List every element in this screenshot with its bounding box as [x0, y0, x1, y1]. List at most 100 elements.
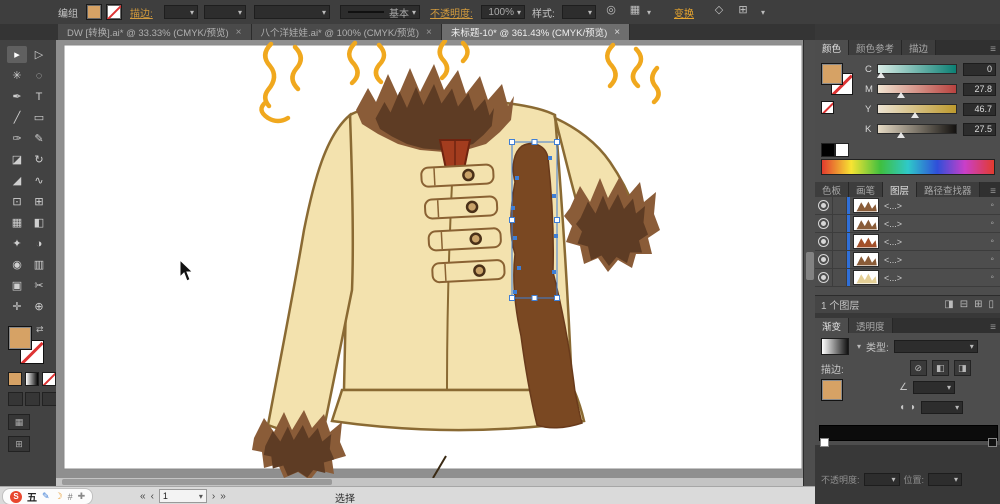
- document-setup-button[interactable]: ⊞: [8, 436, 30, 452]
- strap-1[interactable]: [421, 164, 494, 187]
- style-dropdown[interactable]: ▾: [562, 5, 596, 19]
- magenta-value[interactable]: 27.8: [963, 83, 996, 96]
- last-artboard-icon[interactable]: »: [220, 491, 226, 502]
- selection-tool-icon[interactable]: ▸: [7, 46, 27, 63]
- gradient-stop-right[interactable]: [988, 438, 997, 447]
- prev-artboard-icon[interactable]: ‹: [151, 491, 154, 502]
- draw-behind-button[interactable]: [25, 392, 40, 406]
- lock-toggle[interactable]: [833, 251, 847, 268]
- tab-pathfinder[interactable]: 路径查找器: [917, 182, 980, 197]
- transform-again-icon[interactable]: ◇: [710, 0, 728, 18]
- layer-row[interactable]: <...> ◦: [815, 269, 1000, 287]
- gradient-tool-icon[interactable]: ◧: [29, 214, 49, 231]
- layer-name[interactable]: <...>: [884, 219, 990, 229]
- delete-layer-icon[interactable]: ▯: [988, 299, 994, 310]
- strap-3[interactable]: [428, 228, 501, 251]
- strap-2[interactable]: [425, 196, 498, 219]
- layer-thumbnail[interactable]: [853, 252, 879, 267]
- target-icon[interactable]: ◦: [990, 254, 994, 265]
- canvas-area[interactable]: [56, 40, 803, 478]
- opacity-link[interactable]: 不透明度:: [430, 0, 473, 24]
- next-artboard-icon[interactable]: ›: [212, 491, 215, 502]
- none-swatch[interactable]: [821, 101, 834, 114]
- gradient-preview-swatch[interactable]: [821, 338, 849, 355]
- none-mode-button[interactable]: [42, 372, 56, 386]
- target-icon[interactable]: ◦: [990, 200, 994, 211]
- tab-brushes[interactable]: 画笔: [849, 182, 883, 197]
- gradient-angle-dropdown[interactable]: ▾: [913, 381, 955, 394]
- cyan-slider[interactable]: [877, 64, 957, 74]
- new-sublayer-icon[interactable]: ⊟: [960, 299, 968, 310]
- ime-tools-icon[interactable]: ✚: [78, 491, 86, 502]
- black-slider-handle[interactable]: [897, 132, 905, 138]
- gradient-type-dropdown[interactable]: ▾: [894, 340, 978, 353]
- yellow-slider[interactable]: [877, 104, 957, 114]
- stop-location-dropdown[interactable]: ▾: [928, 473, 962, 486]
- gradient-slider[interactable]: [819, 425, 998, 441]
- layer-thumbnail[interactable]: [853, 270, 879, 285]
- tab-swatches[interactable]: 色板: [815, 182, 849, 197]
- slice-tool-icon[interactable]: ✂: [29, 277, 49, 294]
- draw-inside-button[interactable]: [42, 392, 57, 406]
- gradient-stroke-along-icon[interactable]: ◧: [932, 360, 949, 376]
- rotate-tool-icon[interactable]: ↻: [29, 151, 49, 168]
- hand-tool-icon[interactable]: ✛: [7, 298, 27, 315]
- reverse-gradient-icon[interactable]: ◖: [899, 402, 905, 413]
- horizontal-scrollbar[interactable]: [56, 478, 803, 486]
- lock-toggle[interactable]: [833, 233, 847, 250]
- tab-color-guide[interactable]: 颜色参考: [849, 40, 902, 55]
- symbol-sprayer-tool-icon[interactable]: ◉: [7, 256, 27, 273]
- panel-menu-icon[interactable]: ≡: [990, 186, 996, 197]
- layer-row[interactable]: <...> ◦: [815, 233, 1000, 251]
- zoom-tool-icon[interactable]: ⊕: [29, 298, 49, 315]
- layer-name[interactable]: <...>: [884, 255, 990, 265]
- mesh-tool-icon[interactable]: ▦: [7, 214, 27, 231]
- graph-tool-icon[interactable]: ▥: [29, 256, 49, 273]
- brush-definition-dropdown[interactable]: 基本 ▾: [340, 5, 420, 19]
- lock-toggle[interactable]: [833, 215, 847, 232]
- layer-name[interactable]: <...>: [884, 273, 990, 283]
- gradient-stop-left[interactable]: [820, 438, 829, 447]
- close-icon[interactable]: ×: [426, 27, 432, 38]
- shape-builder-tool-icon[interactable]: ⊞: [29, 193, 49, 210]
- layer-row[interactable]: <...> ◦: [815, 197, 1000, 215]
- vertical-scrollbar-thumb[interactable]: [806, 252, 814, 280]
- tab-layers[interactable]: 图层: [883, 182, 917, 197]
- gradient-mode-button[interactable]: [25, 372, 39, 386]
- cyan-value[interactable]: 0: [963, 63, 996, 76]
- pencil-tool-icon[interactable]: ✎: [29, 130, 49, 147]
- lock-toggle[interactable]: [833, 197, 847, 214]
- ime-pen-icon[interactable]: ✎: [42, 491, 50, 502]
- black-value[interactable]: 27.5: [963, 123, 996, 136]
- stroke-weight-dropdown[interactable]: ▾: [164, 5, 198, 19]
- close-icon[interactable]: ×: [614, 27, 620, 38]
- aspect-ratio-icon[interactable]: ◗: [910, 402, 916, 413]
- target-icon[interactable]: ◦: [990, 218, 994, 229]
- stroke-link[interactable]: 描边:: [130, 0, 153, 24]
- isolate-icon[interactable]: ⊞: [734, 0, 752, 18]
- ime-keyboard-icon[interactable]: #: [68, 492, 73, 502]
- paintbrush-tool-icon[interactable]: ✑: [7, 130, 27, 147]
- panel-menu-icon[interactable]: ≡: [990, 44, 996, 55]
- line-segment-tool-icon[interactable]: ╱: [7, 109, 27, 126]
- rectangle-tool-icon[interactable]: ▭: [29, 109, 49, 126]
- layer-row[interactable]: <...> ◦: [815, 215, 1000, 233]
- magenta-slider-handle[interactable]: [897, 92, 905, 98]
- ime-mode[interactable]: 五: [27, 489, 37, 504]
- opacity-dropdown[interactable]: 100% ▾: [481, 5, 525, 19]
- screen-mode-button[interactable]: ▦: [8, 414, 30, 430]
- visibility-toggle[interactable]: [815, 215, 833, 232]
- white-swatch[interactable]: [835, 143, 849, 157]
- black-slider[interactable]: [877, 124, 957, 134]
- target-icon[interactable]: ◦: [990, 272, 994, 283]
- color-spectrum-bar[interactable]: [821, 159, 995, 175]
- tab-gradient[interactable]: 渐变: [815, 318, 849, 333]
- layer-thumbnail[interactable]: [853, 198, 879, 213]
- artboard-number-dropdown[interactable]: 1 ▾: [159, 489, 207, 503]
- document-tab-1[interactable]: DW [转换].ai* @ 33.33% (CMYK/预览) ×: [58, 24, 252, 40]
- stop-opacity-dropdown[interactable]: ▾: [864, 473, 900, 486]
- align-options-icon[interactable]: ▦: [626, 0, 644, 18]
- fill-color-swatch[interactable]: [86, 4, 102, 20]
- transform-link[interactable]: 变换: [674, 0, 694, 24]
- gradient-stroke-across-icon[interactable]: ◨: [954, 360, 971, 376]
